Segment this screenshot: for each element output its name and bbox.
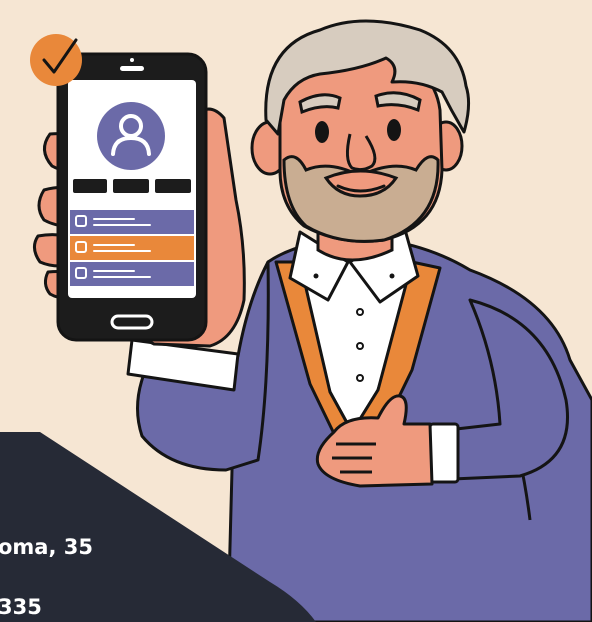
smartphone <box>56 52 208 342</box>
list-item <box>70 262 194 286</box>
phone-list <box>70 210 194 286</box>
address-text: oma, 35 <box>0 535 93 559</box>
checkmark-icon <box>30 34 82 86</box>
phone-camera <box>130 58 134 62</box>
phone-number-text: 335 <box>0 595 42 619</box>
list-item <box>70 210 194 234</box>
phone-tabs <box>71 177 193 195</box>
list-item <box>70 236 194 260</box>
man-holding-phone-illustration <box>0 0 592 622</box>
phone-speaker <box>120 66 144 71</box>
